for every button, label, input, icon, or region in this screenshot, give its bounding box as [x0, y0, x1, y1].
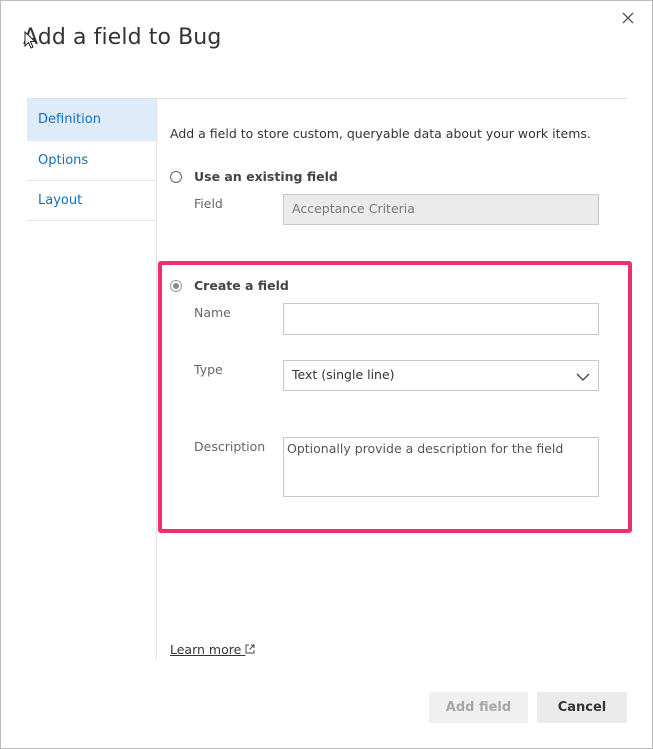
description-label: Description — [194, 439, 266, 454]
type-select-value: Text (single line) — [292, 367, 395, 382]
intro-text: Add a field to store custom, queryable d… — [170, 126, 591, 141]
content-divider — [156, 99, 157, 659]
existing-field-value: Acceptance Criteria — [292, 201, 415, 216]
sidebar-nav: Definition Options Layout — [27, 99, 156, 221]
field-label: Field — [194, 196, 223, 211]
close-icon[interactable] — [617, 7, 639, 29]
type-select[interactable]: Text (single line) — [283, 360, 599, 391]
chevron-down-icon — [576, 370, 590, 385]
description-placeholder: Optionally provide a description for the… — [287, 441, 564, 456]
nav-item-layout[interactable]: Layout — [27, 181, 156, 221]
add-field-dialog: Add a field to Bug Definition Options La… — [0, 0, 653, 749]
description-textarea[interactable]: Optionally provide a description for the… — [283, 437, 599, 497]
type-label: Type — [194, 362, 223, 377]
create-field-radio[interactable] — [170, 280, 182, 292]
use-existing-field-label: Use an existing field — [194, 169, 338, 184]
dialog-title: Add a field to Bug — [23, 25, 222, 50]
use-existing-field-radio[interactable] — [170, 171, 182, 183]
nav-item-definition[interactable]: Definition — [27, 99, 156, 141]
create-field-label: Create a field — [194, 278, 289, 293]
external-link-icon — [245, 642, 255, 657]
nav-item-options[interactable]: Options — [27, 141, 156, 181]
existing-field-input: Acceptance Criteria — [283, 194, 599, 225]
cancel-button[interactable]: Cancel — [537, 692, 627, 723]
mouse-cursor-icon — [24, 30, 37, 53]
add-field-button[interactable]: Add field — [429, 692, 528, 723]
learn-more-link[interactable]: Learn more — [170, 642, 255, 657]
name-label: Name — [194, 305, 231, 320]
name-input[interactable] — [283, 303, 599, 335]
learn-more-label: Learn more — [170, 642, 242, 657]
